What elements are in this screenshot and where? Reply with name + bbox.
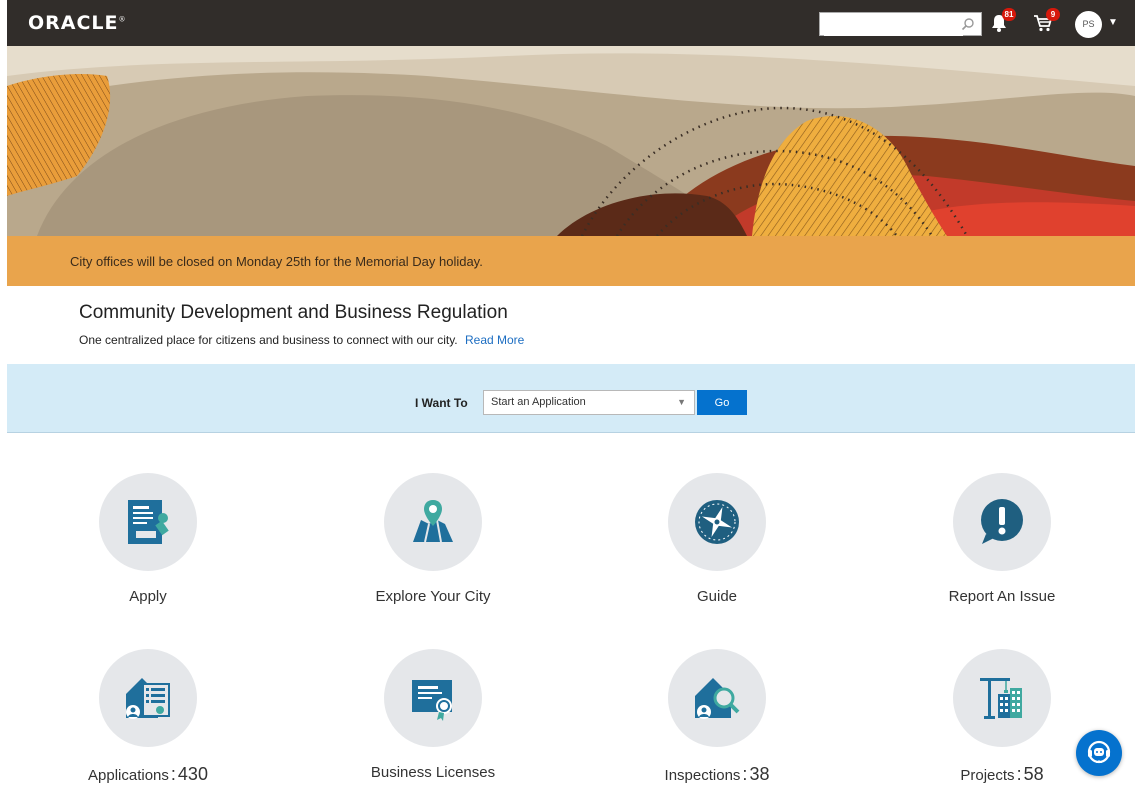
tile-label[interactable]: Apply	[48, 588, 248, 605]
chat-assistant-icon	[1087, 740, 1111, 764]
map-pin-icon	[413, 500, 453, 543]
tile-icon-circle[interactable]	[384, 649, 482, 747]
search-icon[interactable]	[961, 17, 975, 31]
certificate-icon	[412, 680, 452, 721]
cart-count-badge: 9	[1046, 8, 1060, 21]
tile-report-an-issue[interactable]: Report An Issue	[902, 473, 1102, 605]
chevron-down-icon[interactable]: ▼	[677, 391, 686, 414]
search-box[interactable]	[819, 12, 982, 36]
crane-building-icon	[980, 678, 1022, 719]
compass-icon	[695, 500, 739, 544]
i-want-to-bar: I Want To Start an Application ▼ Go	[7, 364, 1135, 433]
tile-title[interactable]: Inspections	[665, 767, 741, 784]
tile-projects[interactable]: Projects:58	[902, 649, 1102, 785]
exclamation-chat-icon	[981, 499, 1023, 544]
announcement-text: City offices will be closed on Monday 25…	[70, 253, 483, 269]
tile-applications[interactable]: Applications:430	[48, 649, 248, 785]
tile-title[interactable]: Projects	[960, 767, 1014, 784]
tile-label[interactable]: Guide	[617, 588, 817, 605]
tile-title[interactable]: Applications	[88, 767, 169, 784]
hero-banner	[7, 46, 1135, 236]
notifications-count-badge: 81	[1002, 8, 1016, 21]
landscape-artwork-icon	[7, 46, 1135, 236]
tile-icon-circle[interactable]	[99, 473, 197, 571]
user-menu-caret-icon[interactable]: ▼	[1108, 17, 1118, 28]
tile-count[interactable]: 58	[1024, 764, 1044, 784]
chat-assistant-button[interactable]	[1076, 730, 1122, 776]
tile-icon-circle[interactable]	[668, 649, 766, 747]
tile-icon-circle[interactable]	[953, 473, 1051, 571]
go-button[interactable]: Go	[697, 390, 747, 415]
tile-icon-circle[interactable]	[953, 649, 1051, 747]
tile-apply[interactable]: Apply	[48, 473, 248, 605]
page-title: Community Development and Business Regul…	[79, 302, 508, 323]
i-want-to-label: I Want To	[415, 396, 468, 410]
application-form-icon	[128, 500, 169, 544]
cart-button[interactable]: 9	[1033, 8, 1060, 37]
notifications-button[interactable]: 81	[990, 8, 1016, 37]
tile-icon-circle[interactable]	[668, 473, 766, 571]
tile-business-licenses[interactable]: Business Licenses	[333, 649, 533, 781]
tile-label[interactable]: Explore Your City	[333, 588, 533, 605]
applications-house-icon	[126, 678, 170, 719]
tile-count[interactable]: 430	[178, 764, 208, 784]
tile-label[interactable]: Report An Issue	[902, 588, 1102, 605]
selected-option: Start an Application	[491, 396, 586, 408]
description-text: One centralized place for citizens and b…	[79, 333, 458, 347]
search-input[interactable]	[824, 14, 963, 36]
read-more-link[interactable]: Read More	[465, 333, 524, 347]
tile-icon-circle[interactable]	[99, 649, 197, 747]
tile-title[interactable]: Business Licenses	[371, 764, 495, 781]
tile-icon-circle[interactable]	[384, 473, 482, 571]
announcement-banner: City offices will be closed on Monday 25…	[7, 236, 1135, 286]
i-want-to-select[interactable]: Start an Application ▼	[483, 390, 695, 415]
oracle-logo[interactable]: ORACLE®	[28, 12, 127, 34]
page-description: One centralized place for citizens and b…	[79, 333, 524, 347]
tile-label[interactable]: Business Licenses	[333, 764, 533, 781]
inspection-house-icon	[695, 678, 740, 719]
tile-explore-your-city[interactable]: Explore Your City	[333, 473, 533, 605]
user-avatar[interactable]: PS	[1075, 11, 1102, 38]
tile-guide[interactable]: Guide	[617, 473, 817, 605]
tile-inspections[interactable]: Inspections:38	[617, 649, 817, 785]
tile-count[interactable]: 38	[749, 764, 769, 784]
